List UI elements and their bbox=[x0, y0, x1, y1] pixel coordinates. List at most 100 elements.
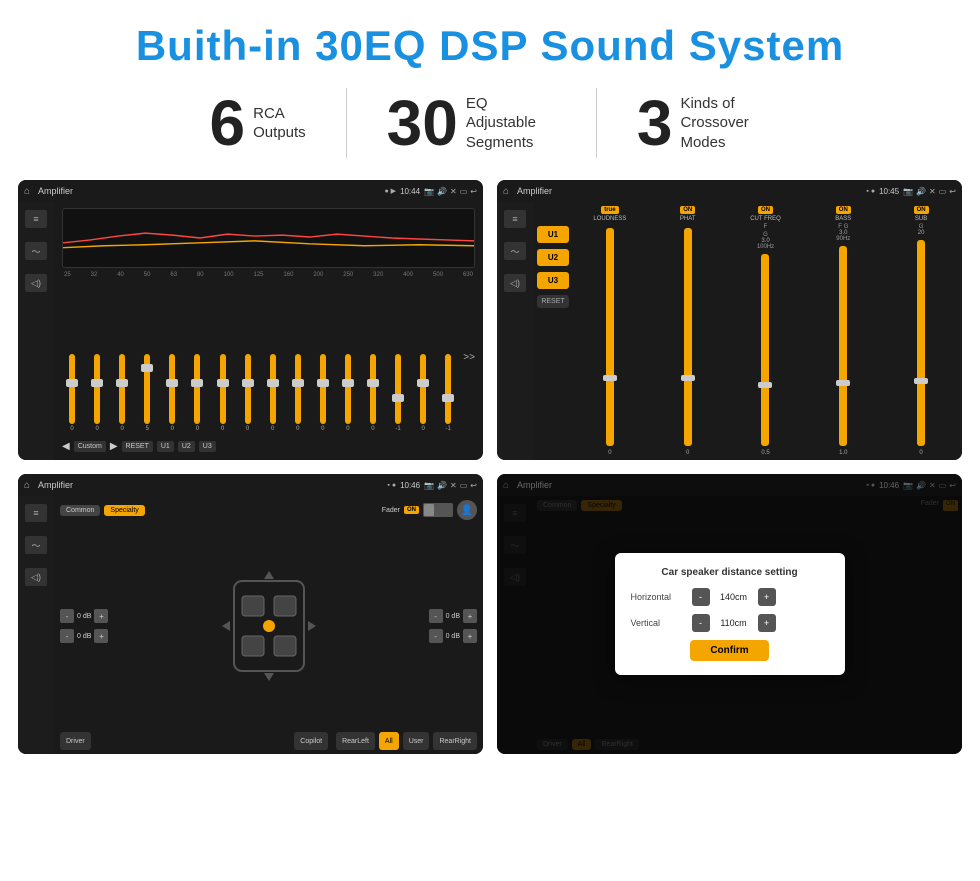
eq-dot-icon: ● ▶ bbox=[385, 187, 397, 195]
stat-eq: 30 EQ AdjustableSegments bbox=[347, 91, 596, 155]
sub-slider[interactable] bbox=[917, 240, 925, 446]
dialog-vertical-minus[interactable]: - bbox=[692, 614, 710, 632]
eq-sidebar-eq-icon[interactable]: ≡ bbox=[25, 210, 47, 228]
eq-home-icon[interactable]: ⌂ bbox=[24, 186, 30, 197]
sub-on-badge[interactable]: ON bbox=[914, 206, 929, 214]
eq-more-icon[interactable]: >> bbox=[463, 352, 475, 363]
eq-slider-4[interactable]: 5 bbox=[137, 354, 157, 432]
fader-db-row-1: - 0 dB + bbox=[60, 609, 108, 623]
eq-slider-13[interactable]: 0 bbox=[363, 354, 383, 432]
stat-eq-number: 30 bbox=[387, 91, 458, 155]
loudness-on-badge[interactable]: true bbox=[601, 206, 618, 214]
eq-curve-svg bbox=[63, 209, 474, 267]
fader-common-tab[interactable]: Common bbox=[60, 505, 100, 516]
fader-rearleft-btn[interactable]: RearLeft bbox=[336, 732, 375, 750]
crossover-home-icon[interactable]: ⌂ bbox=[503, 186, 509, 197]
eq-title: Amplifier bbox=[38, 186, 380, 196]
reset-cross-btn[interactable]: RESET bbox=[537, 295, 569, 308]
dialog-horizontal-minus[interactable]: - bbox=[692, 588, 710, 606]
crossover-close-icon[interactable]: ✕ bbox=[929, 187, 936, 196]
fader-minus-4[interactable]: - bbox=[429, 629, 443, 643]
crossover-channels: true LOUDNESS 0 ON PHAT 0 ON bbox=[573, 206, 958, 456]
eq-u2-btn[interactable]: U2 bbox=[178, 441, 195, 452]
loudness-label: LOUDNESS bbox=[593, 216, 626, 222]
fader-copilot-btn[interactable]: Copilot bbox=[294, 732, 328, 750]
u2-btn[interactable]: U2 bbox=[537, 249, 569, 266]
eq-slider-9[interactable]: 0 bbox=[263, 354, 283, 432]
eq-sidebar-wave-icon[interactable]: 〜 bbox=[25, 242, 47, 260]
fader-close-icon[interactable]: ✕ bbox=[450, 481, 457, 490]
dialog-vertical-plus[interactable]: + bbox=[758, 614, 776, 632]
fader-minus-2[interactable]: - bbox=[60, 629, 74, 643]
eq-left-sidebar: ≡ 〜 ◁) bbox=[18, 202, 54, 460]
crossover-sidebar-eq-icon[interactable]: ≡ bbox=[504, 210, 526, 228]
crossover-ch-sub: ON SUB G 20 0 bbox=[884, 206, 958, 456]
eq-back-icon[interactable]: ↩ bbox=[470, 187, 477, 196]
phat-slider[interactable] bbox=[684, 228, 692, 446]
u1-btn[interactable]: U1 bbox=[537, 226, 569, 243]
fader-rearright-btn[interactable]: RearRight bbox=[433, 732, 477, 750]
fader-minus-1[interactable]: - bbox=[60, 609, 74, 623]
crossover-topbar: ⌂ Amplifier ▪ ● 10:45 📷 🔊 ✕ ▭ ↩ bbox=[497, 180, 962, 202]
loudness-slider[interactable] bbox=[606, 228, 614, 446]
crossover-ch-cutfreq: ON CUT FREQ F G 3.0 100Hz 0.5 bbox=[729, 206, 803, 456]
confirm-button[interactable]: Confirm bbox=[690, 640, 768, 661]
eq-slider-1[interactable]: 0 bbox=[62, 354, 82, 432]
dialog-horizontal-plus[interactable]: + bbox=[758, 588, 776, 606]
eq-slider-6[interactable]: 0 bbox=[187, 354, 207, 432]
fader-on-badge[interactable]: ON bbox=[404, 506, 419, 514]
fader-driver-btn[interactable]: Driver bbox=[60, 732, 91, 750]
fader-user-btn[interactable]: User bbox=[403, 732, 430, 750]
eq-slider-5[interactable]: 0 bbox=[162, 354, 182, 432]
stat-crossover: 3 Kinds ofCrossover Modes bbox=[597, 91, 811, 155]
eq-next-btn[interactable]: ▶ bbox=[110, 441, 118, 452]
fader-back-icon[interactable]: ↩ bbox=[470, 481, 477, 490]
stat-eq-text: EQ AdjustableSegments bbox=[466, 94, 556, 153]
eq-slider-11[interactable]: 0 bbox=[313, 354, 333, 432]
phat-on-badge[interactable]: ON bbox=[680, 206, 695, 214]
crossover-card-content: ≡ 〜 ◁) U1 U2 U3 RESET true LOUDNESS bbox=[497, 202, 962, 460]
eq-u3-btn[interactable]: U3 bbox=[199, 441, 216, 452]
fader-plus-4[interactable]: + bbox=[463, 629, 477, 643]
crossover-back-icon[interactable]: ↩ bbox=[949, 187, 956, 196]
fader-sidebar-wave-icon[interactable]: 〜 bbox=[25, 536, 47, 554]
bass-on-badge[interactable]: ON bbox=[836, 206, 851, 214]
fader-sidebar-eq-icon[interactable]: ≡ bbox=[25, 504, 47, 522]
eq-prev-btn[interactable]: ◀ bbox=[62, 441, 70, 452]
eq-slider-15[interactable]: 0 bbox=[413, 354, 433, 432]
cutfreq-on-badge[interactable]: ON bbox=[758, 206, 773, 214]
eq-slider-12[interactable]: 0 bbox=[338, 354, 358, 432]
bass-slider[interactable] bbox=[839, 246, 847, 446]
crossover-left-sidebar: ≡ 〜 ◁) bbox=[497, 202, 533, 460]
eq-sidebar-speaker-icon[interactable]: ◁) bbox=[25, 274, 47, 292]
fader-minus-3[interactable]: - bbox=[429, 609, 443, 623]
bass-label: BASS bbox=[835, 216, 851, 222]
eq-slider-16[interactable]: -1 bbox=[438, 354, 458, 432]
eq-slider-7[interactable]: 0 bbox=[212, 354, 232, 432]
dialog-horizontal-row: Horizontal - 140cm + bbox=[631, 588, 829, 606]
eq-custom-btn[interactable]: Custom bbox=[74, 441, 106, 452]
eq-slider-8[interactable]: 0 bbox=[238, 354, 258, 432]
fader-plus-1[interactable]: + bbox=[94, 609, 108, 623]
eq-reset-btn[interactable]: RESET bbox=[122, 441, 153, 452]
eq-u1-btn[interactable]: U1 bbox=[157, 441, 174, 452]
eq-slider-2[interactable]: 0 bbox=[87, 354, 107, 432]
cutfreq-slider[interactable] bbox=[761, 254, 769, 446]
fader-screen-card: ⌂ Amplifier ▪ ● 10:46 📷 🔊 ✕ ▭ ↩ ≡ 〜 ◁) C… bbox=[18, 474, 483, 754]
crossover-camera-icon: 📷 bbox=[903, 187, 913, 196]
eq-slider-14[interactable]: -1 bbox=[388, 354, 408, 432]
eq-volume-icon: 🔊 bbox=[437, 187, 447, 196]
fader-specialty-tab[interactable]: Specialty bbox=[104, 505, 144, 516]
eq-close-icon[interactable]: ✕ bbox=[450, 187, 457, 196]
fader-plus-3[interactable]: + bbox=[463, 609, 477, 623]
fader-slider-mini[interactable] bbox=[423, 503, 453, 517]
eq-slider-3[interactable]: 0 bbox=[112, 354, 132, 432]
u3-btn[interactable]: U3 bbox=[537, 272, 569, 289]
crossover-sidebar-speaker-icon[interactable]: ◁) bbox=[504, 274, 526, 292]
fader-all-btn[interactable]: All bbox=[379, 732, 399, 750]
fader-home-icon[interactable]: ⌂ bbox=[24, 480, 30, 491]
fader-sidebar-speaker-icon[interactable]: ◁) bbox=[25, 568, 47, 586]
eq-slider-10[interactable]: 0 bbox=[288, 354, 308, 432]
fader-plus-2[interactable]: + bbox=[94, 629, 108, 643]
crossover-sidebar-wave-icon[interactable]: 〜 bbox=[504, 242, 526, 260]
